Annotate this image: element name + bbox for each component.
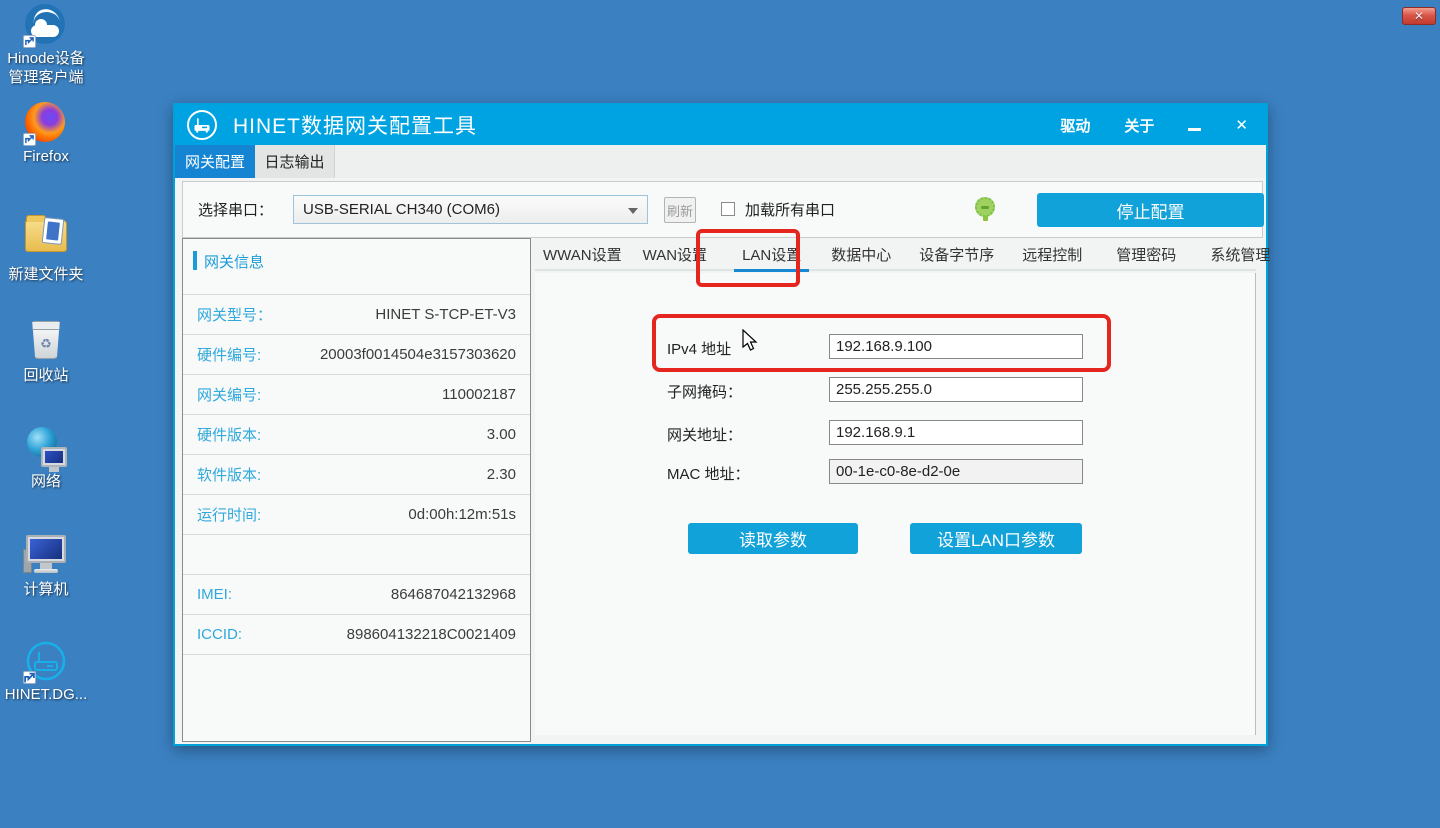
desktop-icon-label: 计算机 <box>0 580 92 599</box>
tab-data-center[interactable]: 数据中心 <box>823 241 899 272</box>
info-row-hw-version: 硬件版本: 3.00 <box>183 414 530 454</box>
desktop-icon-label: HINET.DG... <box>0 685 92 704</box>
hinode-client-icon <box>25 4 67 46</box>
gateway-info-panel: 网关信息 网关型号： HINET S-TCP-ET-V3 硬件编号: 20003… <box>182 238 531 742</box>
refresh-button[interactable]: 刷新 <box>664 197 696 223</box>
read-params-button[interactable]: 读取参数 <box>688 523 858 554</box>
ipv4-input[interactable] <box>829 334 1083 359</box>
ipv4-label: IPv4 地址 <box>667 338 731 359</box>
firefox-icon <box>25 102 67 144</box>
computer-icon <box>25 535 67 577</box>
info-row-imei: IMEI: 864687042132968 <box>183 574 530 614</box>
info-row-uptime: 运行时间: 0d:00h:12m:51s <box>183 494 530 534</box>
shortcut-arrow-icon <box>23 671 36 684</box>
stop-config-button[interactable]: 停止配置 <box>1037 193 1264 227</box>
close-icon: ✕ <box>1414 9 1424 23</box>
settings-tab-bar: WWAN设置 WAN设置 LAN设置 数据中心 设备字节序 远程控制 管理密码 … <box>535 241 1256 271</box>
info-row-empty <box>183 654 530 694</box>
desktop-icon-label-line2: 管理客户端 <box>0 68 92 87</box>
chevron-down-icon <box>628 208 638 214</box>
close-button[interactable]: ✕ <box>1235 116 1248 134</box>
status-bulb-icon <box>975 197 995 217</box>
tab-wan-settings[interactable]: WAN设置 <box>635 241 715 272</box>
router-icon <box>25 640 67 682</box>
desktop-icon-label: Hinode设备 <box>0 49 92 68</box>
tab-byte-order[interactable]: 设备字节序 <box>911 241 1002 272</box>
about-menu[interactable]: 关于 <box>1124 115 1154 136</box>
network-icon <box>25 427 67 469</box>
gateway-address-input[interactable] <box>829 420 1083 445</box>
window-title: HINET数据网关配置工具 <box>233 110 477 140</box>
gateway-address-label: 网关地址： <box>667 424 742 445</box>
set-lan-params-button[interactable]: 设置LAN口参数 <box>910 523 1082 554</box>
serial-port-value: USB-SERIAL CH340 (COM6) <box>303 201 500 218</box>
desktop-icon-label: 回收站 <box>0 366 92 385</box>
subnet-mask-input[interactable] <box>829 377 1083 402</box>
info-row-empty <box>183 534 530 574</box>
mac-address-input[interactable] <box>829 459 1083 484</box>
info-row-gateway-id: 网关编号: 110002187 <box>183 374 530 414</box>
minimize-button[interactable] <box>1188 128 1201 131</box>
desktop-icon-hinet-shortcut[interactable]: HINET.DG... <box>0 640 92 704</box>
desktop-icon-firefox[interactable]: Firefox <box>0 102 92 166</box>
desktop-icon-new-folder[interactable]: 新建文件夹 <box>0 214 92 284</box>
accent-bar <box>193 251 197 270</box>
desktop-icon-label: Firefox <box>0 147 92 166</box>
desktop-icon-label: 网络 <box>0 472 92 491</box>
overlay-close-button[interactable]: ✕ <box>1402 7 1436 25</box>
shortcut-arrow-icon <box>23 133 36 146</box>
desktop-icon-label: 新建文件夹 <box>0 265 92 284</box>
load-all-ports-label: 加载所有串口 <box>745 199 835 220</box>
desktop-icon-hinode-client[interactable]: Hinode设备 管理客户端 <box>0 4 92 87</box>
info-row-sw-version: 软件版本: 2.30 <box>183 454 530 494</box>
mac-address-label: MAC 地址： <box>667 463 750 484</box>
driver-menu[interactable]: 驱动 <box>1060 115 1090 136</box>
serial-toolbar: 选择串口： USB-SERIAL CH340 (COM6) 刷新 加载所有串口 … <box>182 181 1263 238</box>
info-row-model: 网关型号： HINET S-TCP-ET-V3 <box>183 294 530 334</box>
tab-gateway-config[interactable]: 网关配置 <box>175 145 255 178</box>
desktop-icon-recycle-bin[interactable]: 回收站 <box>0 321 92 385</box>
serial-port-select[interactable]: USB-SERIAL CH340 (COM6) <box>293 195 648 224</box>
tab-log-output[interactable]: 日志输出 <box>255 145 335 178</box>
gateway-info-header: 网关信息 <box>183 239 530 294</box>
folder-icon <box>25 220 67 262</box>
info-row-hardware-id: 硬件编号: 20003f0014504e3157303620 <box>183 334 530 374</box>
tab-admin-password[interactable]: 管理密码 <box>1108 241 1184 272</box>
shortcut-arrow-icon <box>23 35 36 48</box>
subnet-mask-label: 子网掩码： <box>667 381 742 402</box>
desktop-icon-computer[interactable]: 计算机 <box>0 533 92 599</box>
desktop-icon-network[interactable]: 网络 <box>0 427 92 491</box>
port-select-label: 选择串口： <box>198 199 273 220</box>
main-tab-bar: 网关配置 日志输出 <box>175 145 1266 178</box>
recycle-bin-icon <box>25 321 67 363</box>
tab-remote-control[interactable]: 远程控制 <box>1014 241 1090 272</box>
tab-wwan-settings[interactable]: WWAN设置 <box>535 241 630 272</box>
load-all-ports-checkbox[interactable] <box>721 202 735 216</box>
tab-lan-settings[interactable]: LAN设置 <box>734 241 809 272</box>
titlebar[interactable]: HINET数据网关配置工具 驱动 关于 ✕ <box>175 105 1266 145</box>
app-router-icon <box>187 110 217 140</box>
info-row-iccid: ICCID: 898604132218C0021409 <box>183 614 530 654</box>
app-window: HINET数据网关配置工具 驱动 关于 ✕ 网关配置 日志输出 选择串口： US… <box>173 103 1268 746</box>
tab-system-management[interactable]: 系统管理 <box>1202 241 1278 272</box>
